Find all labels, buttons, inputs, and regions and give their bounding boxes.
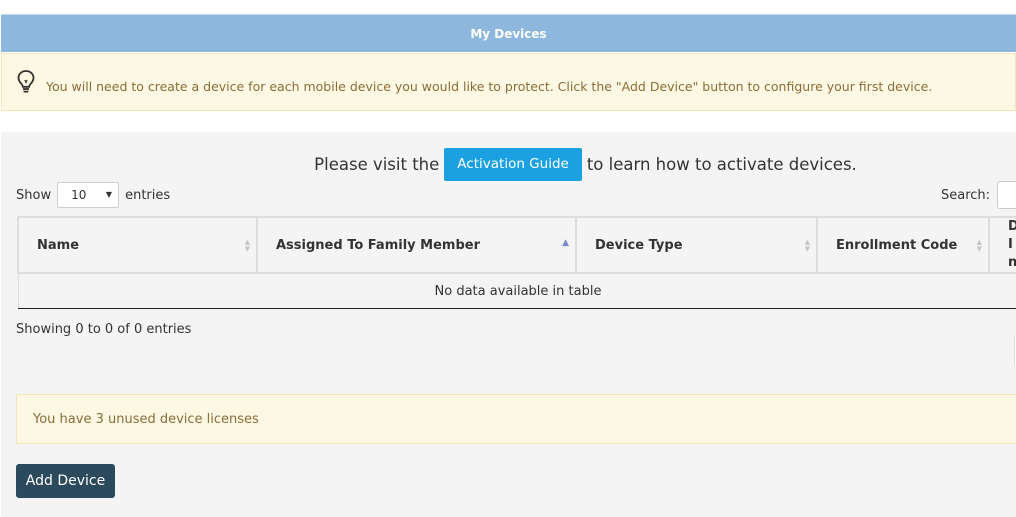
show-label: Show <box>16 187 52 203</box>
search-input[interactable] <box>997 181 1016 209</box>
search-label: Search: <box>941 187 991 203</box>
entries-per-page-select[interactable]: 10 ▼ <box>57 182 120 208</box>
info-banner-text: You will need to create a device for eac… <box>46 79 933 94</box>
column-header-device-info[interactable]: D In <box>988 216 1016 274</box>
activation-guide-line: Please visit the Activation Guide to lea… <box>1 147 1016 181</box>
lightbulb-icon <box>16 69 36 95</box>
devices-panel: Please visit the Activation Guide to lea… <box>1 132 1016 517</box>
activation-guide-button[interactable]: Activation Guide <box>444 147 582 181</box>
table-row: No data available in table <box>17 273 1016 309</box>
search-area: Search: <box>941 181 1016 209</box>
sort-both-icon: ▲ ▼ <box>804 238 810 253</box>
info-banner: You will need to create a device for eac… <box>1 53 1016 111</box>
license-text: You have 3 unused device licenses <box>33 411 259 427</box>
devices-table-wrapper: Name ▲ ▼ Assigned To Family Member ▲ Devi… <box>17 216 1016 309</box>
column-header-device-type[interactable]: Device Type ▲ ▼ <box>575 216 818 274</box>
devices-table: Name ▲ ▼ Assigned To Family Member ▲ Devi… <box>17 216 1016 309</box>
table-header-row: Name ▲ ▼ Assigned To Family Member ▲ Devi… <box>17 216 1016 274</box>
sort-both-icon: ▲ ▼ <box>244 238 250 253</box>
page-header: My Devices <box>1 14 1016 52</box>
sort-ascending-icon: ▲ <box>562 238 569 248</box>
guide-prefix: Please visit the <box>314 154 440 174</box>
chevron-down-icon: ▼ <box>105 190 113 199</box>
sort-both-icon: ▲ ▼ <box>976 238 982 253</box>
entries-label: entries <box>125 187 171 203</box>
add-device-button[interactable]: Add Device <box>16 464 115 498</box>
table-info-text: Showing 0 to 0 of 0 entries <box>16 322 192 337</box>
entries-selected-value: 10 <box>71 188 87 202</box>
license-banner: You have 3 unused device licenses <box>16 394 1016 444</box>
column-header-assigned-to[interactable]: Assigned To Family Member ▲ <box>256 216 577 274</box>
page-title: My Devices <box>470 26 547 41</box>
guide-suffix: to learn how to activate devices. <box>586 154 857 174</box>
length-menu: Show 10 ▼ entries <box>16 181 170 209</box>
column-header-name[interactable]: Name ▲ ▼ <box>17 216 258 274</box>
column-header-enrollment-code[interactable]: Enrollment Code ▲ ▼ <box>816 216 990 274</box>
empty-table-cell: No data available in table <box>17 273 1016 309</box>
